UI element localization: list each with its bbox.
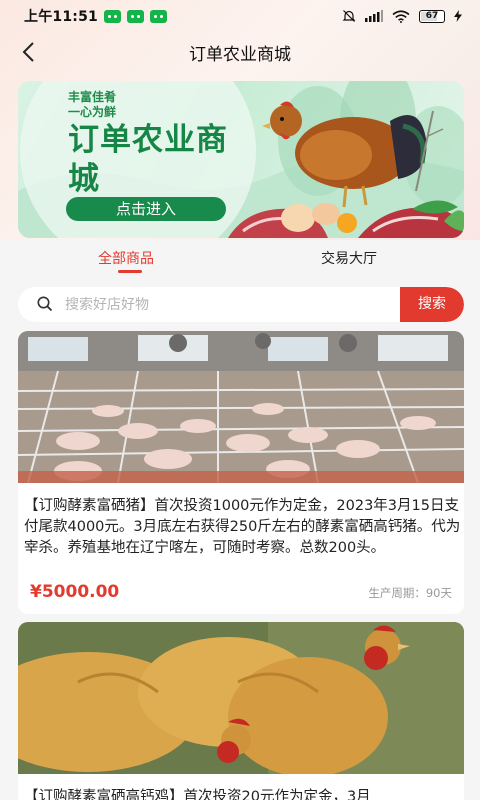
- search-icon: [37, 296, 53, 312]
- charging-icon: [454, 10, 462, 22]
- product-card[interactable]: 【订购酵素富硒猪】首次投资1000元作为定金，2023年3月15日支付尾款400…: [18, 331, 464, 614]
- product-description: 【订购酵素富硒猪】首次投资1000元作为定金，2023年3月15日支付尾款400…: [24, 498, 461, 556]
- banner-slogan-line1: 丰富佳肴: [68, 90, 117, 104]
- tab-trading-hall[interactable]: 交易大厅: [321, 248, 377, 268]
- page-header: 订单农业商城: [0, 32, 480, 72]
- search-button[interactable]: 搜索: [400, 287, 464, 322]
- product-image: [18, 622, 464, 774]
- wifi-icon: [392, 9, 410, 23]
- product-description: 【订购酵素富硒高钙鸡】首次投资20元作为定金，3月: [24, 789, 371, 800]
- promo-banner[interactable]: 丰富佳肴 一心为鲜 订单农业商城 点击进入: [18, 81, 464, 238]
- product-price: ¥5000.00: [30, 582, 120, 602]
- wechat-notification-icon: [126, 9, 144, 23]
- wechat-notification-icon: [103, 9, 121, 23]
- product-card[interactable]: 【订购酵素富硒高钙鸡】首次投资20元作为定金，3月: [18, 622, 464, 800]
- banner-slogan-line2: 一心为鲜: [68, 105, 117, 119]
- signal-icon: [365, 10, 383, 22]
- status-time: 上午11:51: [24, 9, 98, 25]
- battery-icon: 67: [419, 9, 445, 23]
- page-title: 订单农业商城: [189, 44, 291, 65]
- product-image: [18, 331, 464, 483]
- search-bar: 搜索: [18, 287, 464, 322]
- wechat-notification-icon: [149, 9, 167, 23]
- production-period: 生产周期：90天: [368, 586, 452, 600]
- tab-bar: 全部商品 交易大厅: [0, 244, 480, 278]
- status-bar: 上午11:51 67: [0, 0, 480, 32]
- banner-title: 订单农业商城: [68, 122, 228, 197]
- active-tab-indicator: [118, 270, 142, 273]
- tab-all-products[interactable]: 全部商品: [98, 248, 154, 268]
- search-input[interactable]: [65, 287, 395, 322]
- back-arrow-icon[interactable]: [16, 38, 44, 66]
- mute-bell-icon: [342, 10, 356, 22]
- banner-slogan: 丰富佳肴 一心为鲜: [68, 90, 116, 120]
- enter-button[interactable]: 点击进入: [66, 197, 226, 221]
